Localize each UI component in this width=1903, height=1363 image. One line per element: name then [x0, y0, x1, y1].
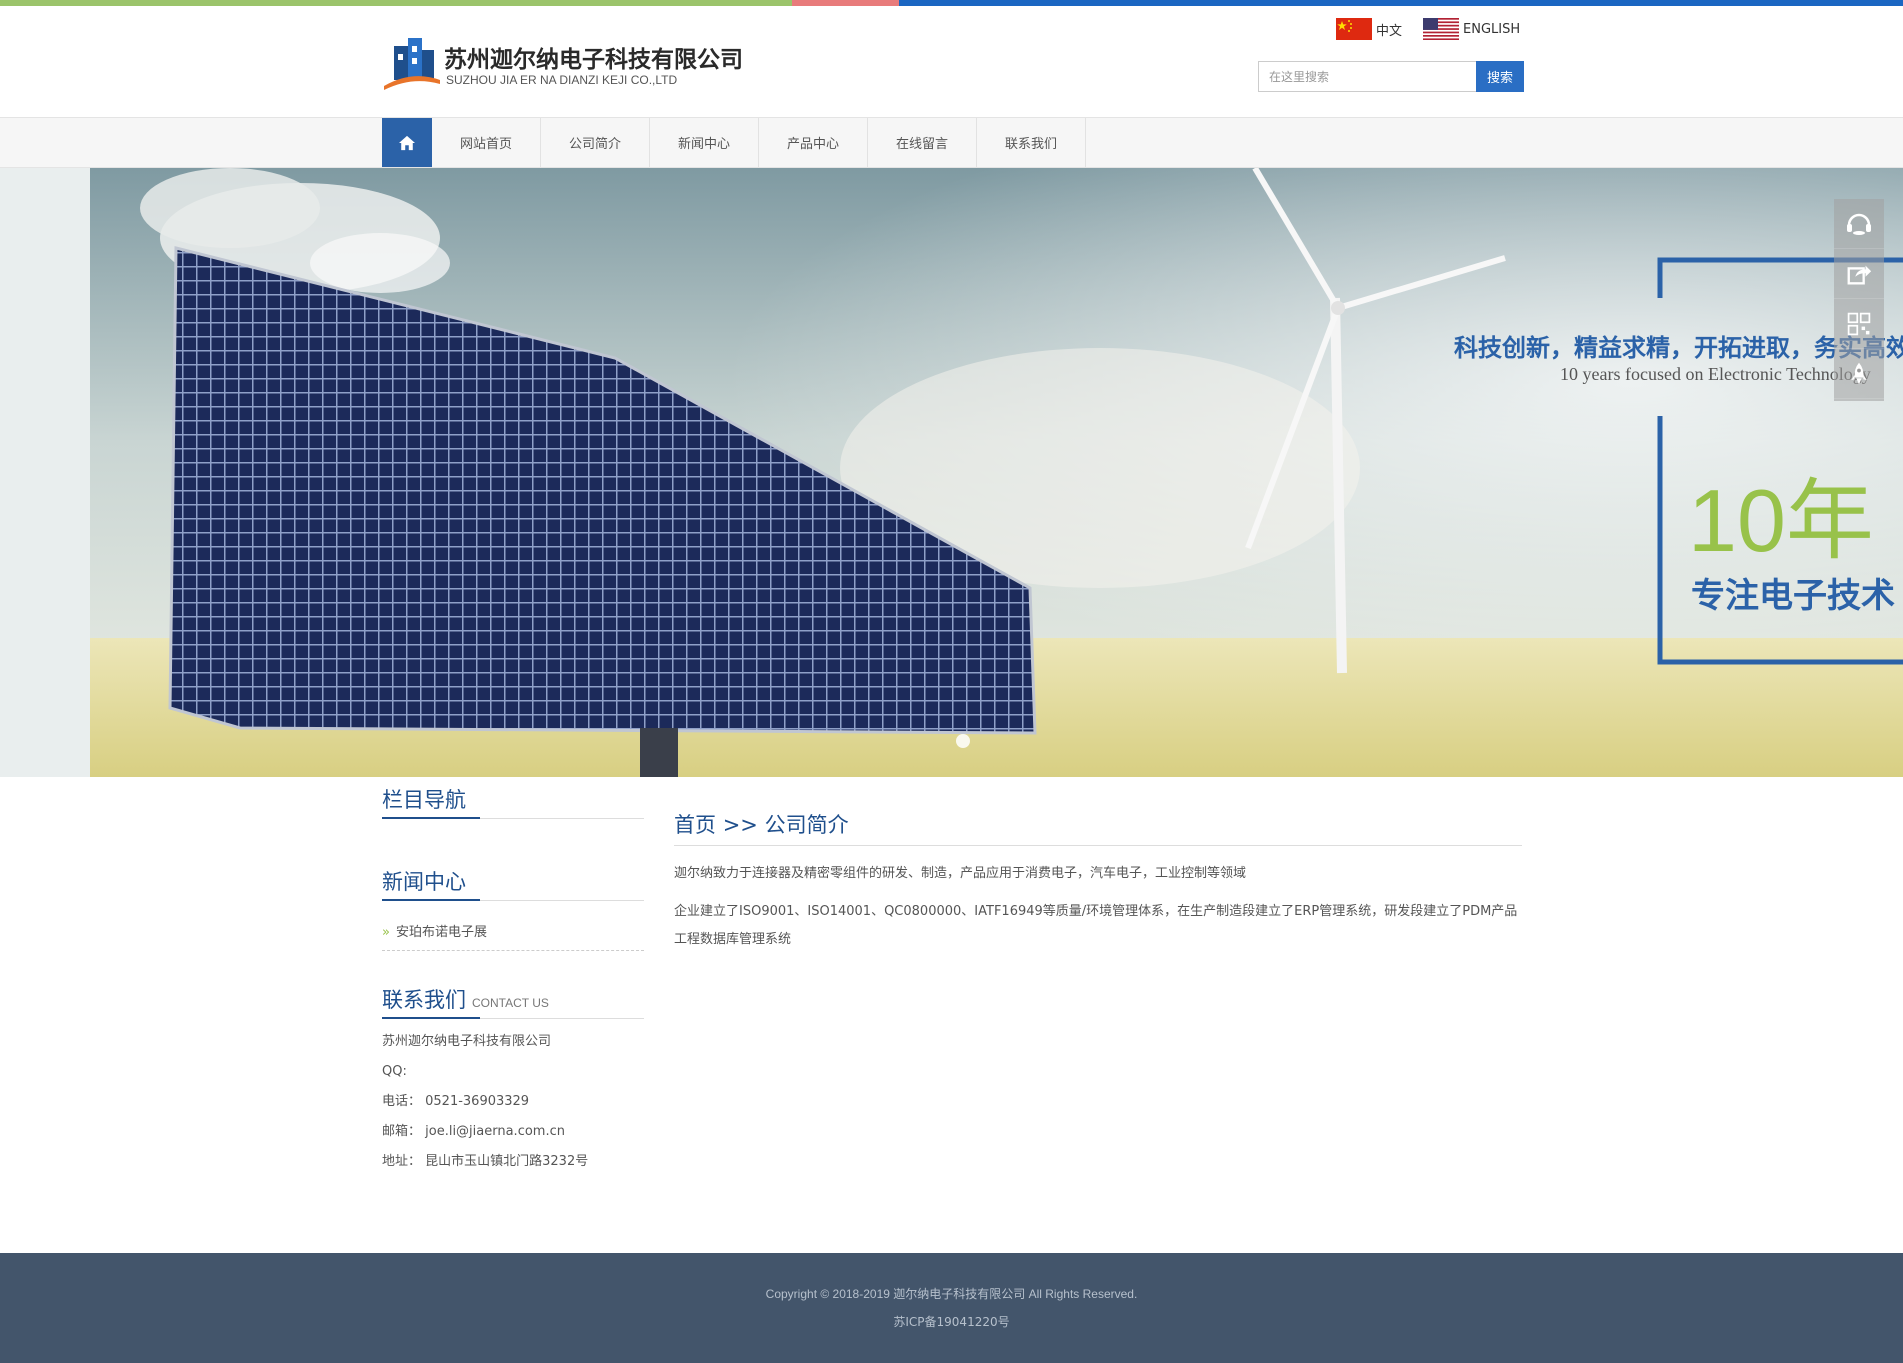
sidebar-contact-title-text: 联系我们	[382, 988, 466, 1012]
sidebar-news-title-text: 新闻中心	[382, 870, 466, 894]
breadcrumb-home-link[interactable]: 首页	[674, 813, 716, 837]
contact-phone: 电话： 0521-36903329	[382, 1094, 530, 1109]
footer-copyright: Copyright © 2018-2019 迦尔纳电子科技有限公司 All Ri…	[765, 1287, 1138, 1301]
lang-english-label: ENGLISH	[1463, 21, 1521, 37]
home-icon	[399, 135, 415, 150]
sidebar-news-item[interactable]: » 安珀布诺电子展	[382, 919, 644, 951]
title-underline	[382, 1017, 480, 1019]
lang-chinese-link[interactable]: 中文	[1336, 18, 1402, 40]
customer-service-button[interactable]	[1834, 199, 1884, 249]
banner-slogan-en: 10 years focused on Electronic Technolog…	[1560, 364, 1871, 384]
nav-item-about[interactable]: 公司简介	[541, 118, 650, 167]
sidebar-nav-title: 栏目导航	[382, 777, 644, 819]
us-flag-icon	[1423, 18, 1459, 40]
hero-banner: 科技创新，精益求精，开拓进取，务实高效 10 years focused on …	[0, 168, 1903, 777]
lang-english-link[interactable]: ENGLISH	[1423, 18, 1520, 40]
contact-company: 苏州迦尔纳电子科技有限公司	[382, 1034, 552, 1049]
banner-years-subtitle: 专注电子技术	[1691, 576, 1895, 616]
search-button[interactable]: 搜索	[1476, 61, 1524, 92]
share-icon	[1847, 265, 1872, 284]
breadcrumb-separator: >>	[722, 813, 758, 837]
search-input[interactable]	[1258, 61, 1476, 92]
breadcrumb-current[interactable]: 公司简介	[765, 813, 849, 837]
header: 苏州迦尔纳电子科技有限公司 SUZHOU JIA ER NA DIANZI KE…	[0, 6, 1903, 117]
contact-qq: QQ:	[382, 1064, 407, 1079]
main-nav-inner: 网站首页 公司简介 新闻中心 产品中心 在线留言 联系我们	[382, 118, 1086, 167]
banner-pagination-dot[interactable]	[956, 734, 970, 748]
sidebar-contact-title-en: CONTACT US	[472, 996, 549, 1010]
customer-service-icon	[1847, 213, 1871, 235]
main-nav: 网站首页 公司简介 新闻中心 产品中心 在线留言 联系我们	[0, 117, 1903, 168]
share-button[interactable]	[1834, 249, 1884, 299]
contact-info: 苏州迦尔纳电子科技有限公司 QQ: 电话： 0521-36903329 邮箱： …	[382, 1027, 644, 1177]
lang-chinese-label: 中文	[1376, 23, 1403, 39]
sidebar-contact-title: 联系我们 CONTACT US	[382, 977, 644, 1019]
sidebar-news-title: 新闻中心	[382, 859, 644, 901]
title-underline	[382, 817, 480, 819]
china-flag-icon	[1336, 18, 1372, 40]
nav-item-contact[interactable]: 联系我们	[977, 118, 1086, 167]
content-paragraph: 企业建立了ISO9001、ISO14001、QC0800000、IATF1694…	[674, 904, 1518, 947]
nav-item-news[interactable]: 新闻中心	[650, 118, 759, 167]
footer: Copyright © 2018-2019 迦尔纳电子科技有限公司 All Ri…	[0, 1253, 1903, 1363]
company-name-cn: 苏州迦尔纳电子科技有限公司	[444, 47, 743, 73]
logo-mark-icon	[384, 38, 440, 90]
sidebar: 栏目导航 新闻中心 » 安珀布诺电子展 联系我们 CONTACT US 苏州迦尔纳电…	[382, 777, 644, 1177]
nav-home-button[interactable]	[382, 118, 432, 167]
contact-email: 邮箱： joe.li@jiaerna.com.cn	[382, 1124, 565, 1139]
breadcrumb: 首页 >> 公司简介	[674, 777, 1522, 846]
company-logo[interactable]: 苏州迦尔纳电子科技有限公司 SUZHOU JIA ER NA DIANZI KE…	[382, 36, 762, 96]
content-paragraph: 迦尔纳致力于连接器及精密零组件的研发、制造，产品应用于消费电子，汽车电子，工业控…	[674, 866, 1247, 881]
back-to-top-button[interactable]	[1834, 349, 1884, 399]
qrcode-button[interactable]	[1834, 299, 1884, 349]
floating-side-toolbar	[1834, 199, 1884, 401]
sidebar-news-item-label: 安珀布诺电子展	[395, 925, 487, 940]
banner-image	[0, 168, 1903, 777]
sidebar-nav-title-text: 栏目导航	[382, 788, 466, 812]
title-underline	[382, 899, 480, 901]
nav-item-message[interactable]: 在线留言	[868, 118, 977, 167]
search-form: 搜索	[1258, 61, 1524, 92]
footer-icp-link[interactable]: 苏ICP备19041220号	[0, 1313, 1903, 1330]
nav-item-home[interactable]: 网站首页	[432, 118, 541, 167]
double-chevron-icon: »	[382, 925, 390, 940]
main-content: 首页 >> 公司简介 迦尔纳致力于连接器及精密零组件的研发、制造，产品应用于消费…	[674, 777, 1522, 954]
contact-address: 地址： 昆山市玉山镇北门路3232号	[382, 1154, 589, 1169]
qrcode-icon	[1847, 312, 1871, 335]
rocket-top-icon	[1851, 362, 1867, 384]
banner-years: 10年	[1688, 471, 1874, 570]
nav-item-products[interactable]: 产品中心	[759, 118, 868, 167]
company-name-en: SUZHOU JIA ER NA DIANZI KEJI CO.,LTD	[446, 73, 678, 87]
